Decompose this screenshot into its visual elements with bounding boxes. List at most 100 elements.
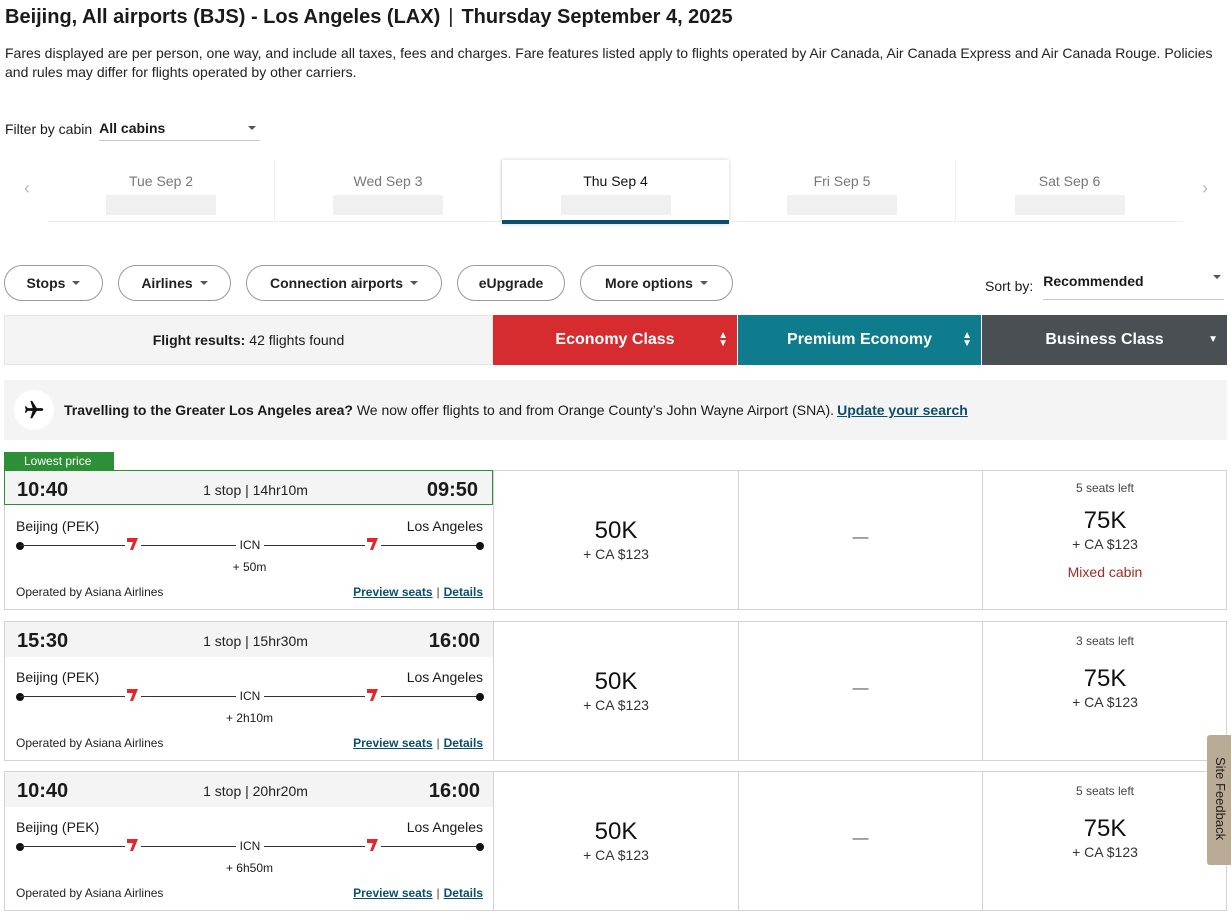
preview-seats-link[interactable]: Preview seats [353,886,432,900]
date-tab-price-placeholder [560,195,671,215]
asiana-tail-icon [365,839,381,851]
business-fare-cell[interactable]: 5 seats left 75K + CA $123 Mixed cabin [982,471,1227,609]
origin-dot [16,542,24,550]
title-separator: | [448,6,454,28]
airplane-icon [14,390,54,430]
date-title: Thursday September 4, 2025 [461,6,733,28]
date-tab-price-placeholder [106,195,216,215]
flight-links: Preview seats | Details [353,736,483,750]
flight-itinerary[interactable]: 15:30 1 stop | 15hr30m 16:00 Beijing (PE… [5,622,494,760]
results-label: Flight results: [152,332,246,348]
origin-city: Beijing (PEK) [16,518,100,534]
layover-duration: + 2h10m [225,711,274,725]
sort-select[interactable]: Recommended [1043,272,1225,300]
chevron-down-icon [1213,275,1222,279]
operated-by: Operated by Asiana Airlines [16,886,164,900]
economy-fare-cell[interactable]: 50K + CA $123 [493,471,738,609]
asiana-tail-icon [125,538,141,550]
preview-seats-link[interactable]: Preview seats [353,736,432,750]
date-tab-label: Fri Sep 5 [813,173,871,189]
origin-city: Beijing (PEK) [16,669,100,685]
flight-header: 15:30 1 stop | 15hr30m 16:00 [5,622,494,657]
date-tab-sep-6[interactable]: Sat Sep 6 [956,160,1183,222]
flight-links: Preview seats | Details [353,585,483,599]
more-options-button[interactable]: More options [580,265,733,301]
chevron-right-icon[interactable]: › [1198,178,1212,199]
business-tax: + CA $123 [1072,844,1138,860]
business-class-label: Business Class [1045,331,1164,348]
eupgrade-label: eUpgrade [478,275,544,291]
site-feedback-tab[interactable]: Site Feedback [1207,735,1231,865]
date-tab-label: Tue Sep 2 [128,173,194,189]
connection-airport: ICN [239,689,261,703]
economy-fare-cell[interactable]: 50K + CA $123 [493,772,738,910]
notice-heading: Travelling to the Greater Los Angeles ar… [64,402,353,418]
lowest-price-badge: Lowest price [4,452,114,470]
flight-links: Preview seats | Details [353,886,483,900]
unavailable-dash: — [852,830,869,847]
economy-fare-cell[interactable]: 50K + CA $123 [493,622,738,760]
date-tab-sep-4[interactable]: Thu Sep 4 [502,160,729,224]
destination-dot [476,693,484,701]
economy-tax: + CA $123 [583,546,649,562]
layover-duration: + 50m [232,560,267,574]
chevron-down-icon [72,281,81,285]
airlines-filter-button[interactable]: Airlines [118,265,231,301]
business-class-header[interactable]: Business Class ▼ [982,315,1227,365]
eupgrade-button[interactable]: eUpgrade [457,265,565,301]
sort-arrows-icon: ▲ ▼ [962,330,972,349]
stops-filter-button[interactable]: Stops [4,265,103,301]
details-link[interactable]: Details [444,886,483,900]
business-fare-cell[interactable]: 3 seats left 75K + CA $123 [982,622,1227,760]
flight-card: 10:40 1 stop | 14hr10m 09:50 Beijing (PE… [4,470,1227,610]
economy-class-label: Economy Class [555,331,675,348]
origin-city: Beijing (PEK) [16,819,100,835]
destination-dot [476,843,484,851]
arrival-time: 16:00 [428,630,480,652]
details-link[interactable]: Details [444,736,483,750]
page-title: Beijing, All airports (BJS) - Los Angele… [5,6,733,29]
mixed-cabin-note: Mixed cabin [1067,564,1143,580]
flight-header: 10:40 1 stop | 20hr20m 16:00 [5,772,494,807]
date-tab-sep-3[interactable]: Wed Sep 3 [275,160,502,222]
update-search-link[interactable]: Update your search [837,402,968,418]
premium-economy-header[interactable]: Premium Economy ▲ ▼ [738,315,981,365]
flight-itinerary[interactable]: 10:40 1 stop | 14hr10m 09:50 Beijing (PE… [4,470,493,609]
stops-duration: 1 stop | 14hr10m [203,482,308,498]
cabin-filter: Filter by cabin All cabins [5,116,261,141]
economy-tax: + CA $123 [583,697,649,713]
connection-airport: ICN [239,538,261,552]
unavailable-dash: — [852,529,869,546]
flight-itinerary[interactable]: 10:40 1 stop | 20hr20m 16:00 Beijing (PE… [5,772,494,910]
cabin-filter-label: Filter by cabin [5,120,93,137]
connection-airports-label: Connection airports [269,275,403,291]
chevron-down-icon [199,281,208,285]
seats-left: 5 seats left [1075,784,1135,798]
date-tab-label: Sat Sep 6 [1038,173,1101,189]
arrival-time: 09:50 [426,479,478,501]
date-tab-sep-2[interactable]: Tue Sep 2 [48,160,275,222]
business-fare-cell[interactable]: 5 seats left 75K + CA $123 [982,772,1227,910]
asiana-tail-icon [125,689,141,701]
operated-by: Operated by Asiana Airlines [16,585,164,599]
arrival-time: 16:00 [428,780,480,802]
date-tab-sep-5[interactable]: Fri Sep 5 [729,160,956,222]
fare-disclaimer: Fares displayed are per person, one way,… [5,45,1213,80]
preview-seats-link[interactable]: Preview seats [353,585,432,599]
route-line: ICN [16,688,484,708]
chevron-left-icon[interactable]: ‹ [20,178,34,199]
details-link[interactable]: Details [444,585,483,599]
economy-class-header[interactable]: Economy Class ▲ ▼ [493,315,737,365]
chevron-down-icon [410,281,418,285]
date-tab-price-placeholder [333,195,443,215]
chevron-down-icon [248,126,257,130]
business-points: 75K [1083,665,1127,692]
route-line: ICN [16,537,484,557]
cabin-filter-select[interactable]: All cabins [99,116,261,141]
flight-card: 10:40 1 stop | 20hr20m 16:00 Beijing (PE… [4,771,1227,911]
airlines-filter-label: Airlines [141,275,193,291]
origin-dot [16,693,24,701]
connection-airports-button[interactable]: Connection airports [246,265,442,301]
date-tab-price-placeholder [1014,195,1125,215]
results-count: Flight results: 42 flights found [4,315,493,365]
